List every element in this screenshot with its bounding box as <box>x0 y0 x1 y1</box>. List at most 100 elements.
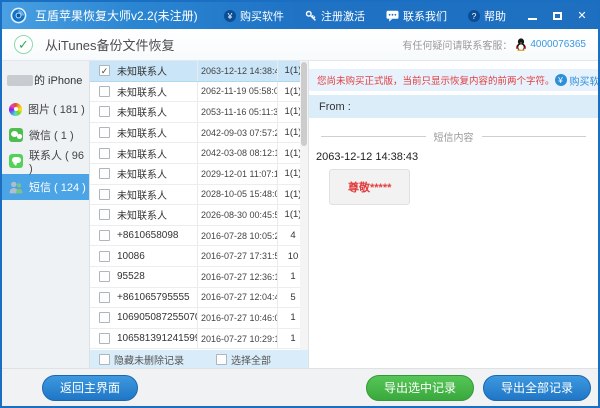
row-checkbox[interactable] <box>99 312 110 324</box>
sidebar-item-device[interactable]: 的 iPhone <box>2 68 89 92</box>
row-sender: 10086 <box>117 246 198 266</box>
row-checkbox[interactable] <box>99 127 110 139</box>
row-checkbox[interactable] <box>99 209 110 221</box>
row-sender: 未知联系人 <box>117 205 198 225</box>
buy-link-label: 购买软件 <box>569 76 600 88</box>
message-row[interactable]: +8610658098 2016-07-28 10:05:29 4 <box>90 225 308 247</box>
maximize-button[interactable] <box>551 9 563 23</box>
sidebar-item-label: 图片 ( 181 ) <box>28 104 85 116</box>
row-checkbox[interactable] <box>99 106 110 118</box>
row-datetime: 2016-07-28 10:05:29 <box>198 225 278 246</box>
row-datetime: 2062-11-19 05:58:05 <box>198 81 278 102</box>
sidebar-item-wechat[interactable]: 微信 ( 1 ) <box>2 122 89 148</box>
sms-contacts-icon <box>9 181 23 193</box>
message-row[interactable]: 未知联系人 2062-11-19 05:58:05 1(1) <box>90 81 308 103</box>
row-datetime: 2016-07-27 10:29:13 <box>198 328 278 349</box>
row-datetime: 2042-09-03 07:57:25 <box>198 122 278 143</box>
row-datetime: 2029-12-01 11:07:14 <box>198 163 278 184</box>
wechat-icon <box>9 128 23 142</box>
redacted-device-name <box>7 74 33 86</box>
titlebar: 互盾苹果恢复大师v2.2(未注册) ¥ 购买软件 注册激活 联系我们 ? 帮助 … <box>2 2 598 29</box>
select-all-toggle[interactable]: 选择全部 <box>216 352 271 367</box>
buy-software-label: 购买软件 <box>240 10 284 23</box>
message-row[interactable]: 95528 2016-07-27 12:36:16 1 <box>90 266 308 288</box>
buy-software-link[interactable]: ¥ 购买软件 <box>554 73 600 88</box>
export-selected-button[interactable]: 导出选中记录 <box>365 374 474 401</box>
message-row[interactable]: +861065795555 2016-07-27 12:04:44 5 <box>90 287 308 309</box>
buy-software-button[interactable]: ¥ 购买软件 <box>224 8 284 24</box>
help-label: 帮助 <box>484 10 506 23</box>
yuan-circle-icon: ¥ <box>224 9 236 22</box>
window-controls: ✕ <box>526 9 588 23</box>
select-all-checkbox[interactable] <box>216 353 227 365</box>
scrollbar-thumb[interactable] <box>301 62 307 146</box>
row-sender: +8610658098 <box>117 225 198 246</box>
sidebar-item-sms[interactable]: 短信 ( 124 ) <box>2 174 89 200</box>
row-datetime: 2016-07-27 10:46:01 <box>198 308 278 328</box>
subheader: ✓ 从iTunes备份文件恢复 有任何疑问请联系客服： 4000076365 <box>2 29 598 61</box>
row-checkbox[interactable]: ✓ <box>99 65 110 77</box>
contact-us-label: 联系我们 <box>403 10 447 23</box>
row-datetime: 2016-07-27 12:04:44 <box>198 287 278 308</box>
key-icon <box>305 10 316 21</box>
message-row[interactable]: 1065813912415996532016-07-27 10:29:131 <box>90 328 308 350</box>
row-sender: 106905087255070205 <box>117 308 198 328</box>
message-row[interactable]: 未知联系人 2042-09-03 07:57:25 1(1) <box>90 122 308 144</box>
message-rows: ✓ 未知联系人 2063-12-12 14:38:43 1(1) 未知联系人 2062-1… <box>90 61 308 350</box>
question-circle-icon: ? <box>468 9 480 22</box>
row-checkbox[interactable] <box>99 291 110 303</box>
message-row[interactable]: 未知联系人 2042-03-08 08:12:17 1(1) <box>90 143 308 164</box>
hide-deleted-toggle[interactable]: 隐藏未删除记录 <box>99 352 184 367</box>
row-checkbox[interactable] <box>99 333 110 345</box>
message-row[interactable]: 未知联系人 2028-10-05 15:48:08 1(1) <box>90 184 308 206</box>
row-datetime: 2026-08-30 00:45:54 <box>198 205 278 225</box>
maximize-icon <box>552 11 562 20</box>
message-row[interactable]: 10086 2016-07-27 17:31:59 10 <box>90 246 308 267</box>
back-to-main-button[interactable]: 返回主界面 <box>42 374 139 401</box>
recover-mode-check-icon: ✓ <box>14 35 33 54</box>
row-sender: 未知联系人 <box>117 102 198 122</box>
contacts-icon <box>9 154 23 168</box>
contact-us-button[interactable]: 联系我们 <box>386 8 447 24</box>
register-activate-button[interactable]: 注册激活 <box>305 8 365 24</box>
divider-line <box>481 136 586 137</box>
row-checkbox[interactable] <box>99 230 110 242</box>
row-sender: 未知联系人 <box>117 184 198 205</box>
row-checkbox[interactable] <box>99 188 110 200</box>
sidebar: 的 iPhone 图片 ( 181 ) 微信 ( 1 ) 联系人 ( 96 ) <box>2 61 90 368</box>
support-qq-number[interactable]: 4000076365 <box>530 39 586 50</box>
sidebar-item-label: 短信 ( 124 ) <box>29 182 86 194</box>
row-sender: 未知联系人 <box>117 61 198 81</box>
minimize-button[interactable] <box>526 9 538 23</box>
row-datetime: 2016-07-27 17:31:59 <box>198 246 278 266</box>
message-list: ✓ 未知联系人 2063-12-12 14:38:43 1(1) 未知联系人 2062-1… <box>90 61 309 368</box>
sidebar-item-photos[interactable]: 图片 ( 181 ) <box>2 96 89 122</box>
message-row[interactable]: 1069050872550702052016-07-27 10:46:011 <box>90 308 308 329</box>
list-scrollbar[interactable] <box>300 61 308 350</box>
list-footer: 隐藏未删除记录 选择全部 <box>90 350 308 368</box>
row-checkbox[interactable] <box>99 250 110 262</box>
message-row[interactable]: 未知联系人 2029-12-01 11:07:14 1(1) <box>90 163 308 185</box>
message-row[interactable]: ✓ 未知联系人 2063-12-12 14:38:43 1(1) <box>90 61 308 82</box>
row-sender: 未知联系人 <box>117 122 198 143</box>
hide-deleted-checkbox[interactable] <box>99 353 110 365</box>
row-checkbox[interactable] <box>99 85 110 97</box>
sidebar-item-contacts[interactable]: 联系人 ( 96 ) <box>2 148 89 175</box>
chat-bubble-icon <box>386 10 399 22</box>
export-all-button[interactable]: 导出全部记录 <box>482 374 591 401</box>
row-checkbox[interactable] <box>99 271 110 283</box>
row-sender: 未知联系人 <box>117 143 198 163</box>
close-button[interactable]: ✕ <box>576 9 588 23</box>
help-button[interactable]: ? 帮助 <box>468 8 506 24</box>
message-row[interactable]: 未知联系人 2053-11-16 05:11:33 1(1) <box>90 102 308 123</box>
register-activate-label: 注册激活 <box>321 10 365 23</box>
main-area: 的 iPhone 图片 ( 181 ) 微信 ( 1 ) 联系人 ( 96 ) <box>2 61 598 368</box>
row-checkbox[interactable] <box>99 168 110 180</box>
photos-icon <box>9 102 22 116</box>
row-checkbox[interactable] <box>99 147 110 159</box>
row-sender: 未知联系人 <box>117 163 198 184</box>
select-all-label: 选择全部 <box>231 355 271 367</box>
row-datetime: 2063-12-12 14:38:43 <box>198 61 278 81</box>
page-title: 从iTunes备份文件恢复 <box>45 38 175 53</box>
message-row[interactable]: 未知联系人 2026-08-30 00:45:54 1(1) <box>90 205 308 226</box>
